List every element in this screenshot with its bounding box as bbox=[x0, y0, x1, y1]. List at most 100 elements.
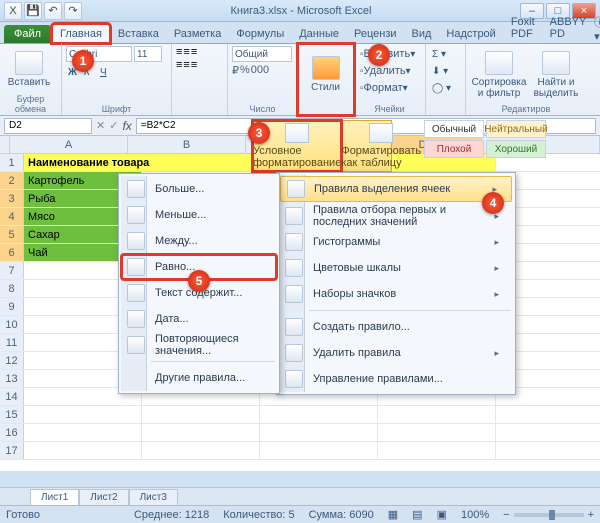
cf-clear-rules[interactable]: Удалить правила▸ bbox=[279, 340, 513, 366]
rule-date[interactable]: Дата... bbox=[121, 306, 277, 332]
tab-abbyy[interactable]: ABBYY PD bbox=[543, 13, 594, 43]
callout-2: 2 bbox=[368, 44, 390, 66]
row-header[interactable]: 4 bbox=[0, 208, 24, 225]
tab-data[interactable]: Данные bbox=[292, 25, 346, 43]
row-header[interactable]: 15 bbox=[0, 406, 24, 423]
col-header-b[interactable]: B bbox=[128, 136, 246, 153]
number-format-combo[interactable]: Общий bbox=[232, 46, 292, 62]
equal-icon bbox=[127, 258, 145, 276]
view-pagebreak-icon[interactable]: ▣ bbox=[437, 508, 447, 521]
row-header[interactable]: 8 bbox=[0, 280, 24, 297]
help-icon[interactable]: ⓘ ▾ bbox=[594, 14, 600, 43]
align-bot-icon[interactable]: ≡ bbox=[191, 46, 197, 58]
callout-1: 1 bbox=[72, 50, 94, 72]
align-mid-icon[interactable]: ≡ bbox=[183, 46, 189, 58]
cf-icon-sets[interactable]: Наборы значков▸ bbox=[279, 281, 513, 307]
tab-review[interactable]: Рецензи bbox=[347, 25, 404, 43]
underline-button[interactable]: Ч bbox=[98, 64, 112, 80]
row-header[interactable]: 17 bbox=[0, 442, 24, 459]
sort-filter-button[interactable]: Сортировка и фильтр bbox=[470, 46, 528, 103]
tab-view[interactable]: Вид bbox=[405, 25, 439, 43]
row-header[interactable]: 10 bbox=[0, 316, 24, 333]
cf-highlight-rules[interactable]: Правила выделения ячеек▸ bbox=[280, 176, 512, 202]
row-header[interactable]: 14 bbox=[0, 388, 24, 405]
row-header[interactable]: 16 bbox=[0, 424, 24, 441]
tab-insert[interactable]: Вставка bbox=[111, 25, 166, 43]
paste-button[interactable]: Вставить bbox=[4, 46, 54, 93]
status-count: Количество: 5 bbox=[223, 509, 294, 521]
comma-icon[interactable]: 000 bbox=[251, 64, 269, 77]
tab-foxit[interactable]: Foxit PDF bbox=[504, 13, 542, 43]
view-layout-icon[interactable]: ▤ bbox=[412, 508, 422, 521]
col-header-a[interactable]: A bbox=[10, 136, 128, 153]
align-left-icon[interactable]: ≡ bbox=[176, 59, 182, 71]
name-box[interactable]: D2 bbox=[4, 118, 92, 134]
format-as-table-button[interactable]: Форматировать как таблицу bbox=[341, 121, 421, 171]
rule-duplicates[interactable]: Повторяющиеся значения... bbox=[121, 332, 277, 358]
redo-icon[interactable]: ↷ bbox=[64, 2, 82, 20]
style-normal[interactable]: Обычный bbox=[424, 120, 484, 138]
row-header[interactable]: 3 bbox=[0, 190, 24, 207]
styles-button[interactable]: Стили bbox=[302, 46, 349, 103]
undo-icon[interactable]: ↶ bbox=[44, 2, 62, 20]
row-header[interactable]: 13 bbox=[0, 370, 24, 387]
font-size-combo[interactable]: 11 bbox=[134, 46, 162, 62]
cf-data-bars[interactable]: Гистограммы▸ bbox=[279, 229, 513, 255]
enter-formula-icon[interactable]: ✓ bbox=[109, 119, 118, 132]
cf-top-bottom-rules[interactable]: Правила отбора первых и последних значен… bbox=[279, 203, 513, 229]
row-header[interactable]: 11 bbox=[0, 334, 24, 351]
row-header[interactable]: 6 bbox=[0, 244, 24, 261]
quick-access-toolbar: X 💾 ↶ ↷ bbox=[4, 2, 82, 20]
tab-file[interactable]: Файл bbox=[4, 25, 51, 43]
currency-icon[interactable]: ₽ bbox=[232, 64, 239, 77]
autosum-button[interactable]: Σ ▾ bbox=[430, 46, 460, 62]
row-header[interactable]: 5 bbox=[0, 226, 24, 243]
row-header[interactable]: 7 bbox=[0, 262, 24, 279]
row-header[interactable]: 9 bbox=[0, 298, 24, 315]
style-neutral[interactable]: Нейтральный bbox=[486, 120, 546, 138]
select-all-corner[interactable] bbox=[0, 136, 10, 153]
rule-greater[interactable]: Больше... bbox=[121, 176, 277, 202]
tab-layout[interactable]: Разметка bbox=[167, 25, 229, 43]
row-header[interactable]: 2 bbox=[0, 172, 24, 189]
excel-app-icon[interactable]: X bbox=[4, 2, 22, 20]
tab-home[interactable]: Главная bbox=[52, 24, 110, 43]
fill-button[interactable]: ⬇ ▾ bbox=[430, 63, 460, 79]
align-right-icon[interactable]: ≡ bbox=[191, 59, 197, 71]
sheet-tab-3[interactable]: Лист3 bbox=[129, 489, 178, 505]
delete-cells-button[interactable]: ▫ Удалить ▾ bbox=[358, 63, 418, 79]
group-font-label: Шрифт bbox=[66, 103, 167, 114]
tab-addins[interactable]: Надстрой bbox=[439, 25, 502, 43]
sheet-tab-2[interactable]: Лист2 bbox=[79, 489, 128, 505]
view-normal-icon[interactable]: ▦ bbox=[388, 508, 398, 521]
fx-icon[interactable]: fx bbox=[122, 119, 131, 133]
less-icon bbox=[127, 206, 145, 224]
rule-between[interactable]: Между... bbox=[121, 228, 277, 254]
style-good[interactable]: Хороший bbox=[486, 140, 546, 158]
row-header[interactable]: 12 bbox=[0, 352, 24, 369]
format-cells-button[interactable]: ▫ Формат ▾ bbox=[358, 80, 418, 96]
align-center-icon[interactable]: ≡ bbox=[183, 59, 189, 71]
find-select-button[interactable]: Найти и выделить bbox=[530, 46, 582, 103]
cell[interactable]: Наименование товара bbox=[24, 154, 260, 171]
cf-manage-rules[interactable]: Управление правилами... bbox=[279, 366, 513, 392]
rule-other[interactable]: Другие правила... bbox=[121, 365, 277, 391]
duplicates-icon bbox=[127, 336, 145, 354]
rule-less[interactable]: Меньше... bbox=[121, 202, 277, 228]
row-header[interactable]: 1 bbox=[0, 154, 24, 171]
percent-icon[interactable]: % bbox=[240, 64, 250, 77]
date-icon bbox=[127, 310, 145, 328]
status-bar: Готово Среднее: 1218 Количество: 5 Сумма… bbox=[0, 505, 600, 523]
zoom-slider[interactable]: −+ bbox=[503, 509, 594, 521]
tab-formulas[interactable]: Формулы bbox=[229, 25, 291, 43]
align-top-icon[interactable]: ≡ bbox=[176, 46, 182, 58]
clear-rules-icon bbox=[285, 344, 303, 362]
zoom-level[interactable]: 100% bbox=[461, 509, 489, 521]
sheet-tab-1[interactable]: Лист1 bbox=[30, 489, 79, 505]
save-icon[interactable]: 💾 bbox=[24, 2, 42, 20]
style-bad[interactable]: Плохой bbox=[424, 140, 484, 158]
cf-color-scales[interactable]: Цветовые шкалы▸ bbox=[279, 255, 513, 281]
clear-button[interactable]: ◯ ▾ bbox=[430, 80, 460, 96]
cancel-formula-icon[interactable]: ✕ bbox=[96, 119, 105, 132]
cf-new-rule[interactable]: Создать правило... bbox=[279, 314, 513, 340]
